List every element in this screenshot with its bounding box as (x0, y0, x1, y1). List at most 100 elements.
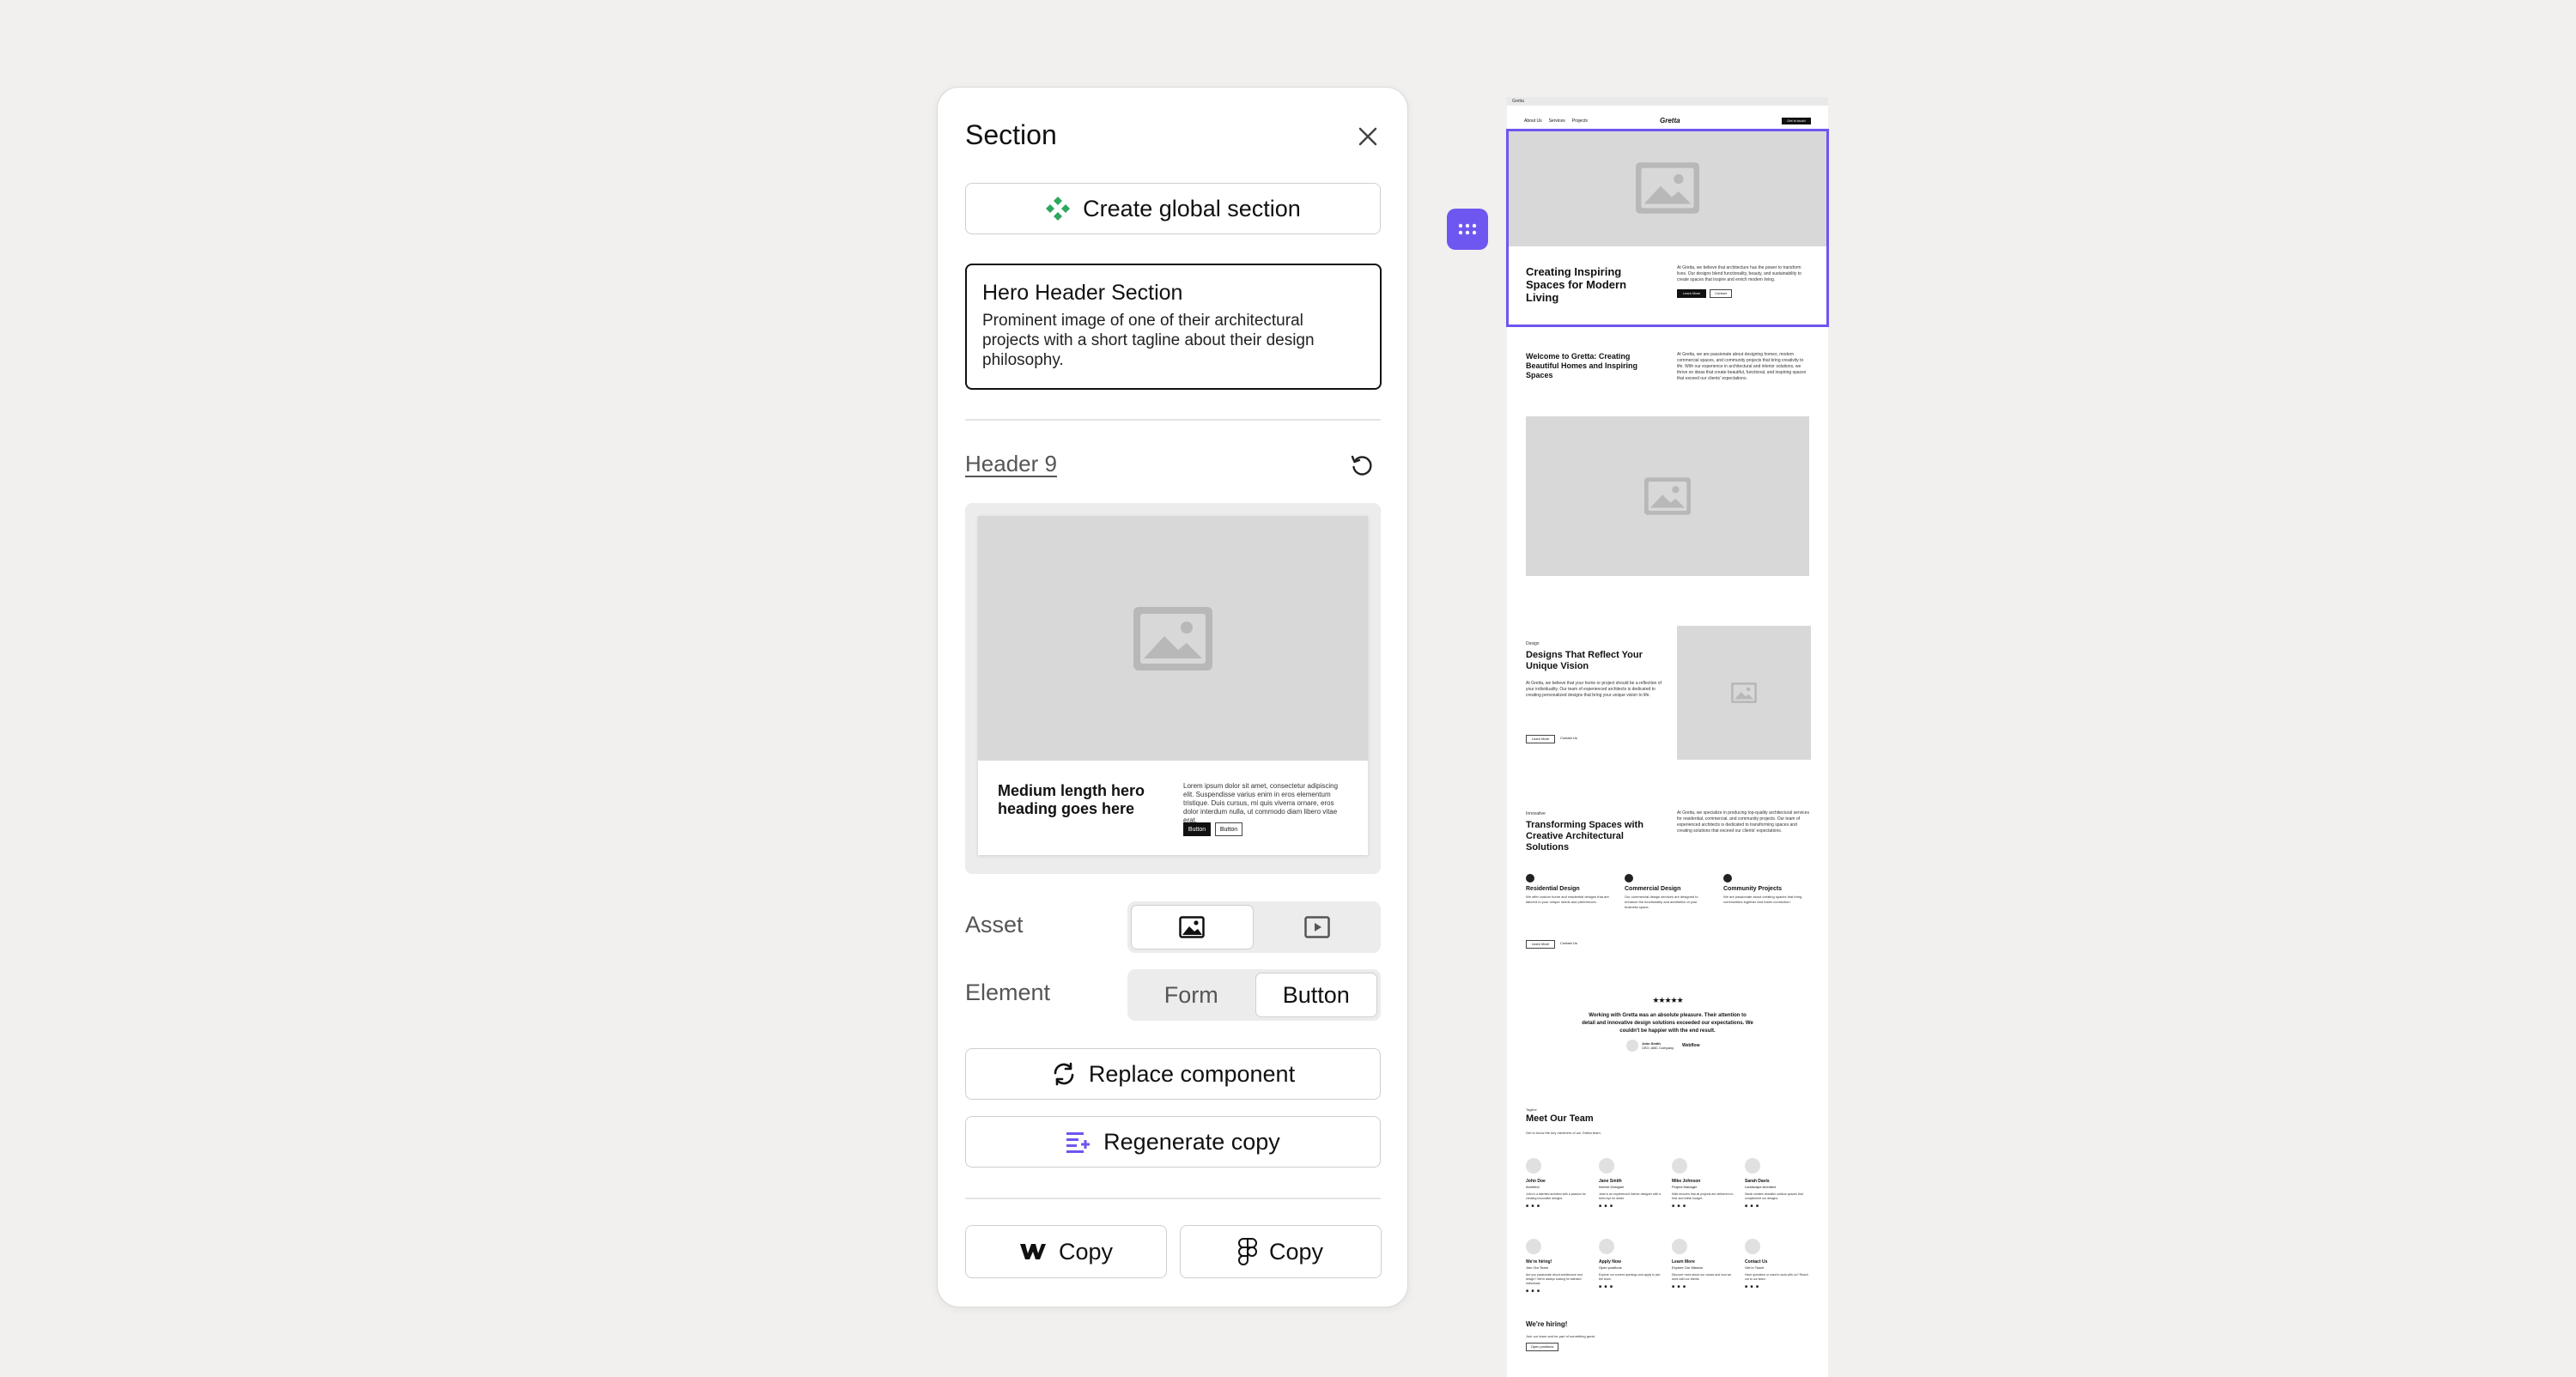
vision-heading: Designs That Reflect Your Unique Vision (1526, 650, 1643, 671)
feature-card: Residential Design We offer custom home … (1526, 874, 1612, 905)
replace-icon (1054, 1062, 1074, 1086)
image-icon (1644, 477, 1691, 515)
copy-webflow-label: Copy (1058, 1238, 1114, 1265)
member-role: Interior Designer (1599, 1185, 1625, 1189)
close-button[interactable] (1350, 118, 1386, 155)
reset-component-button[interactable] (1345, 448, 1379, 482)
hero-image-placeholder (1509, 130, 1826, 246)
section-panel: Section Create global section Hero Heade… (937, 87, 1408, 1307)
regenerate-copy-button[interactable]: Regenerate copy (965, 1116, 1381, 1168)
member-role: Architect (1526, 1185, 1540, 1189)
feature-icon (1723, 874, 1732, 883)
create-global-section-button[interactable]: Create global section (965, 183, 1381, 234)
avatar (1626, 1040, 1638, 1052)
vision-primary-button: Learn More (1526, 735, 1555, 743)
member-role: Project Manager (1672, 1185, 1698, 1189)
divider (965, 1198, 1381, 1199)
feature-title: Community Projects (1723, 886, 1783, 892)
member-role: Join Our Team (1526, 1265, 1548, 1270)
nav-item: About Us (1524, 118, 1542, 124)
team-tag: Tagline (1526, 1107, 1537, 1112)
replace-component-label: Replace component (1088, 1060, 1296, 1087)
welcome-text: At Gretta, we are passionate about desig… (1677, 352, 1807, 381)
image-icon (1731, 682, 1757, 703)
team-member-card: Contact Us Get in Touch Have questions or … (1745, 1239, 1810, 1289)
member-role: Landscape Architect (1745, 1185, 1777, 1189)
member-name: Jane Smith (1599, 1179, 1622, 1184)
feature-icon (1526, 874, 1534, 883)
asset-image-option[interactable] (1131, 905, 1254, 949)
member-name: John Doe (1526, 1179, 1546, 1184)
member-bio: Mike ensures that all projects are deliv… (1672, 1192, 1734, 1200)
refresh-icon (1351, 455, 1372, 476)
hiring-heading: We're hiring! (1526, 1320, 1568, 1328)
section-drag-handle[interactable] (1447, 209, 1488, 250)
copy-to-figma-button[interactable]: Copy (1180, 1225, 1382, 1278)
image-icon (1636, 162, 1699, 214)
copy-to-webflow-button[interactable]: Copy (965, 1225, 1167, 1278)
open-positions-button: Open positions (1526, 1343, 1558, 1351)
site-preview[interactable]: Gretta About Us Services Projects Gretta… (1507, 97, 1828, 1377)
asset-video-option[interactable] (1257, 905, 1378, 949)
element-button-option[interactable]: Button (1255, 973, 1377, 1017)
social-icons: ■ ■ ■ (1745, 1284, 1759, 1289)
hero-primary-button: Learn More (1677, 289, 1706, 298)
team-member-card: Sarah Davis Landscape Architect Sarah crea… (1745, 1158, 1810, 1209)
welcome-image-placeholder (1526, 416, 1809, 576)
browser-bar: Gretta (1507, 97, 1828, 106)
preview-image-placeholder (978, 516, 1368, 761)
feature-card: Community Projects We are passionate abo… (1723, 874, 1809, 905)
component-preview[interactable]: Medium length hero heading goes here Lor… (965, 503, 1381, 874)
regenerate-text-icon (1066, 1132, 1091, 1153)
nav-item: Services (1548, 118, 1565, 124)
transform-heading: Transforming Spaces with Creative Archit… (1526, 820, 1643, 852)
asset-label: Asset (965, 912, 1024, 937)
site-nav: About Us Services Projects (1524, 118, 1588, 124)
team-member-card: Jane Smith Interior Designer Jane is an ex… (1599, 1158, 1664, 1209)
regenerate-copy-label: Regenerate copy (1103, 1128, 1280, 1155)
transform-primary-button: Learn More (1526, 940, 1555, 949)
member-bio: Explore our current openings and apply t… (1599, 1273, 1661, 1281)
member-bio: Sarah creates beautiful outdoor spaces t… (1745, 1192, 1803, 1200)
vision-text: At Gretta, we believe that your home or … (1526, 681, 1662, 698)
avatar (1526, 1239, 1541, 1254)
avatar (1599, 1158, 1614, 1174)
vision-tag: Design (1526, 641, 1540, 646)
replace-component-button[interactable]: Replace component (965, 1048, 1381, 1100)
team-member-card: Learn More Explore Our Mission Discover mo… (1672, 1239, 1737, 1289)
element-form-option[interactable]: Form (1131, 973, 1252, 1017)
social-icons: ■ ■ ■ (1599, 1284, 1613, 1289)
close-icon (1358, 127, 1377, 146)
hero-text: At Gretta, we believe that architecture … (1677, 265, 1801, 282)
component-name-link[interactable]: Header 9 (965, 451, 1057, 477)
social-icons: ■ ■ ■ (1745, 1204, 1759, 1209)
section-description: Prominent image of one of their architec… (982, 312, 1315, 369)
member-name: We're hiring! (1526, 1259, 1552, 1265)
vision-secondary-link: Contact Us (1560, 736, 1577, 740)
element-toggle: Form Button (1127, 969, 1381, 1021)
testimonial-author: John Smith CEO, ABC Company (1642, 1041, 1674, 1050)
section-description-box[interactable]: Hero Header Section Prominent image of o… (965, 264, 1382, 390)
author-role: CEO, ABC Company (1642, 1046, 1674, 1050)
social-icons: ■ ■ ■ (1672, 1204, 1686, 1209)
member-bio: Have questions or want to work with us? … (1745, 1273, 1808, 1281)
video-icon (1304, 916, 1330, 938)
rating-stars: ★★★★★ (1652, 996, 1683, 1004)
feature-icon (1625, 874, 1633, 883)
member-name: Apply Now (1599, 1259, 1621, 1265)
feature-text: Our commercial design services are desig… (1625, 895, 1698, 909)
team-member-card: John Doe Architect John is a talented arch… (1526, 1158, 1591, 1209)
welcome-heading: Welcome to Gretta: Creating Beautiful Ho… (1526, 352, 1638, 379)
figma-icon (1238, 1238, 1257, 1265)
member-bio: Are you passionate about architecture an… (1526, 1273, 1583, 1285)
member-name: Mike Johnson (1672, 1179, 1701, 1184)
social-icons: ■ ■ ■ (1526, 1289, 1540, 1294)
component-diamond-icon (1046, 197, 1071, 221)
social-icons: ■ ■ ■ (1599, 1204, 1613, 1209)
image-icon (1133, 606, 1212, 670)
asset-toggle (1127, 901, 1381, 953)
team-subheading: Get to know the key members of our Grett… (1526, 1131, 1601, 1135)
member-role: Get in Touch (1745, 1265, 1765, 1270)
copy-figma-label: Copy (1268, 1238, 1324, 1265)
member-name: Learn More (1672, 1259, 1695, 1265)
